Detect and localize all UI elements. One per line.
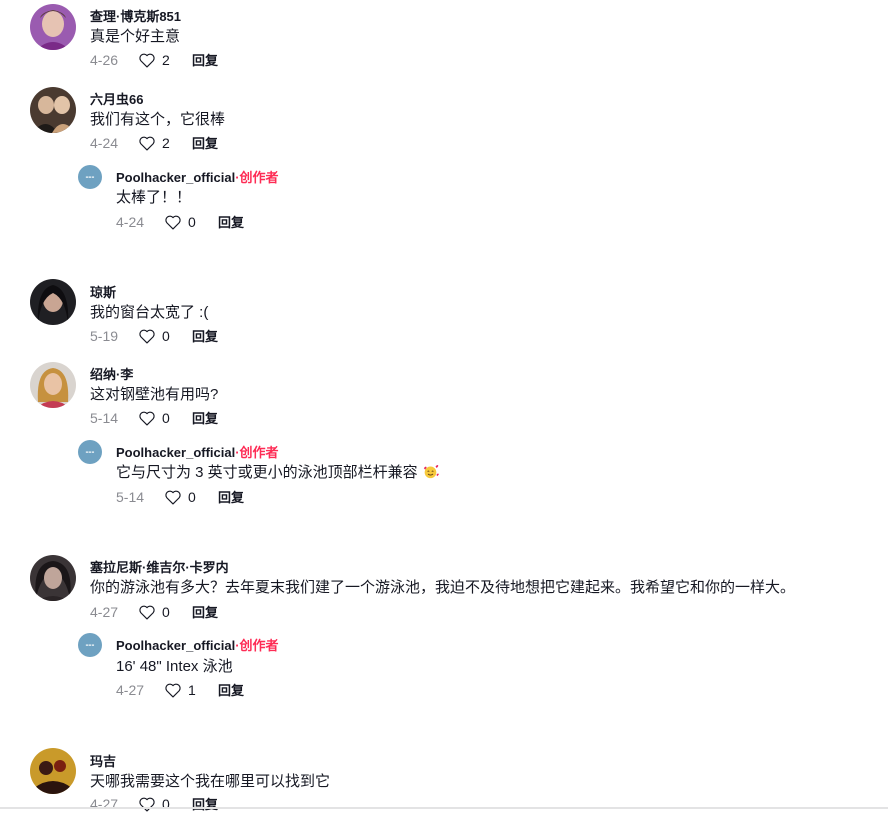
comment-username[interactable]: 塞拉尼斯·维吉尔·卡罗内	[90, 557, 229, 576]
like-count: 2	[162, 51, 170, 68]
reply-button[interactable]: 回复	[192, 133, 218, 152]
comment-date: 5-14	[90, 409, 119, 426]
heart-outline-icon[interactable]	[138, 604, 156, 620]
avatar[interactable]	[30, 362, 76, 408]
heart-outline-icon[interactable]	[138, 135, 156, 151]
comment-date: 4-27	[90, 603, 119, 620]
comment-date: 4-26	[90, 51, 119, 68]
reply-username[interactable]: Poolhacker_official	[116, 445, 235, 460]
like-count: 0	[162, 603, 170, 620]
like-count: 0	[162, 795, 170, 812]
like-button[interactable]: 1	[164, 682, 218, 698]
reply-date: 5-14	[116, 488, 145, 505]
brand-logo-icon: ▬▬▬	[85, 175, 95, 179]
like-count: 2	[162, 134, 170, 151]
like-button[interactable]: 0	[138, 604, 192, 620]
like-button[interactable]: 0	[138, 796, 192, 812]
comment-text: 真是个好主意	[90, 28, 181, 45]
like-button[interactable]: 0	[138, 328, 192, 344]
comment-date: 4-27	[90, 795, 119, 812]
heart-outline-icon[interactable]	[164, 214, 182, 230]
heart-outline-icon[interactable]	[138, 52, 156, 68]
comment-text: 我们有这个，它很棒	[90, 111, 226, 128]
heart-outline-icon[interactable]	[138, 328, 156, 344]
reply-button[interactable]: 回复	[192, 794, 218, 813]
reply-text: 太棒了！！	[116, 189, 192, 206]
brand-logo-icon: ▬▬▬	[85, 450, 95, 454]
like-button[interactable]: 0	[164, 214, 218, 230]
comment-text: 我的窗台太宽了 :(	[90, 304, 209, 321]
heart-outline-icon[interactable]	[138, 410, 156, 426]
reply-button[interactable]: 回复	[218, 680, 244, 699]
like-button[interactable]: 0	[138, 410, 192, 426]
reply-button[interactable]: 回复	[192, 408, 218, 427]
creator-badge: ·创作者	[235, 638, 279, 653]
reply-button[interactable]: 回复	[218, 212, 244, 231]
creator-avatar[interactable]: ▬▬▬	[78, 165, 102, 189]
heart-outline-icon[interactable]	[164, 489, 182, 505]
avatar[interactable]	[30, 555, 76, 601]
comment-username[interactable]: 琼斯	[90, 282, 116, 301]
like-button[interactable]: 2	[138, 135, 192, 151]
heart-outline-icon[interactable]	[138, 796, 156, 812]
reply-text: 它与尺寸为 3 英寸或更小的泳池顶部栏杆兼容	[116, 461, 439, 482]
comment-text: 你的游泳池有多大？去年夏末我们建了一个游泳池，我迫不及待地想把它建起来。我希望它…	[90, 579, 796, 596]
reply-button[interactable]: 回复	[192, 602, 218, 621]
like-count: 1	[188, 681, 196, 698]
creator-avatar[interactable]: ▬▬▬	[78, 633, 102, 657]
smiling-face-with-hearts-emoji	[423, 464, 439, 479]
heart-outline-icon[interactable]	[164, 682, 182, 698]
comment-text: 天哪我需要这个我在哪里可以找到它	[90, 773, 331, 790]
brand-logo-icon: ▬▬▬	[85, 643, 95, 647]
comment-username[interactable]: 绍纳·李	[90, 364, 133, 383]
comment-username[interactable]: 玛吉	[90, 751, 116, 770]
comment-date: 5-19	[90, 327, 119, 344]
avatar[interactable]	[30, 748, 76, 794]
comment-text: 这对钢壁池有用吗?	[90, 386, 219, 403]
like-button[interactable]: 2	[138, 52, 192, 68]
reply-text: 16' 48" Intex 泳池	[116, 658, 233, 675]
like-count: 0	[188, 488, 196, 505]
comment-date: 4-24	[90, 134, 119, 151]
avatar[interactable]	[30, 279, 76, 325]
creator-avatar[interactable]: ▬▬▬	[78, 440, 102, 464]
reply-date: 4-24	[116, 213, 145, 230]
comment-username[interactable]: 查理·博克斯851	[90, 6, 181, 25]
reply-button[interactable]: 回复	[192, 326, 218, 345]
reply-username[interactable]: Poolhacker_official	[116, 638, 235, 653]
comment-username[interactable]: 六月虫66	[90, 89, 143, 108]
reply-button[interactable]: 回复	[192, 50, 218, 69]
avatar[interactable]	[30, 4, 76, 50]
like-count: 0	[162, 409, 170, 426]
avatar[interactable]	[30, 87, 76, 133]
reply-text-content: 它与尺寸为 3 英寸或更小的泳池顶部栏杆兼容	[116, 464, 418, 481]
reply-date: 4-27	[116, 681, 145, 698]
like-button[interactable]: 0	[164, 489, 218, 505]
reply-username[interactable]: Poolhacker_official	[116, 170, 235, 185]
reply-button[interactable]: 回复	[218, 487, 244, 506]
like-count: 0	[188, 213, 196, 230]
like-count: 0	[162, 327, 170, 344]
creator-badge: ·创作者	[235, 170, 279, 185]
creator-badge: ·创作者	[235, 445, 279, 460]
